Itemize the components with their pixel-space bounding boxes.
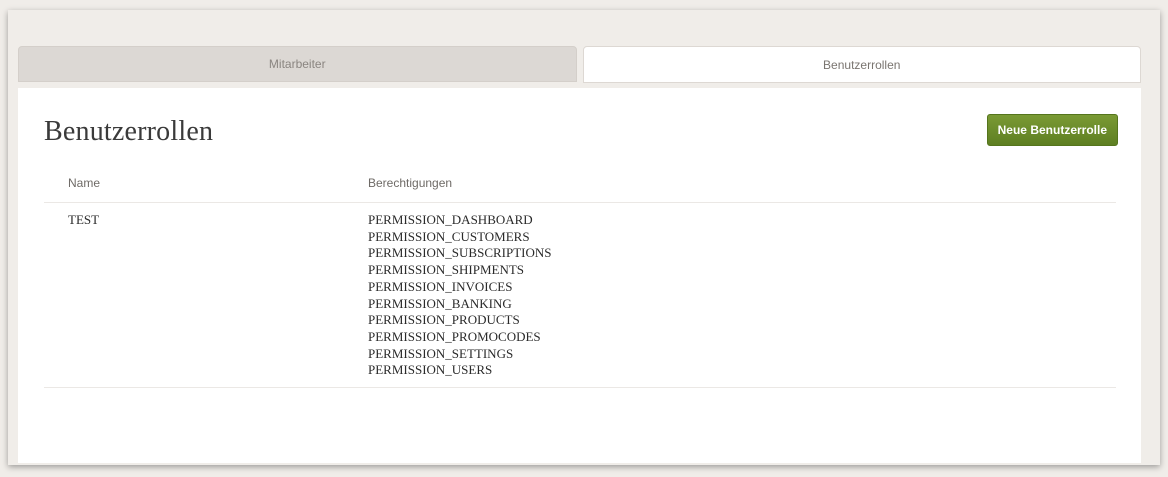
tab-benutzerrollen[interactable]: Benutzerrollen <box>582 46 1141 83</box>
permission-item: PERMISSION_USERS <box>368 362 493 378</box>
permission-item: PERMISSION_SETTINGS <box>368 345 514 361</box>
roles-table: Name Berechtigungen TEST PERMISSION_DASH… <box>44 170 1116 389</box>
column-header-permissions[interactable]: Berechtigungen <box>368 170 1116 203</box>
permission-item: PERMISSION_BANKING <box>368 295 512 311</box>
table-header-row: Name Berechtigungen <box>44 170 1116 203</box>
permission-item: PERMISSION_DASHBOARD <box>368 212 533 227</box>
page-title: Benutzerrollen <box>44 116 214 147</box>
tab-bar: Mitarbeiter Benutzerrollen <box>18 46 1141 84</box>
role-name-cell: TEST <box>44 202 368 389</box>
column-header-name[interactable]: Name <box>44 170 368 203</box>
permission-item: PERMISSION_PRODUCTS <box>368 312 520 328</box>
permission-item: PERMISSION_PROMOCODES <box>368 328 541 344</box>
permission-item: PERMISSION_INVOICES <box>368 278 513 294</box>
permission-item: PERMISSION_CUSTOMERS <box>368 228 530 244</box>
permissions-cell: PERMISSION_DASHBOARD PERMISSION_CUSTOMER… <box>368 202 1116 389</box>
new-role-button[interactable]: Neue Benutzerrolle <box>986 114 1118 146</box>
table-row[interactable]: TEST PERMISSION_DASHBOARD PERMISSION_CUS… <box>44 202 1116 389</box>
tab-mitarbeiter[interactable]: Mitarbeiter <box>18 46 577 82</box>
permission-item: PERMISSION_SUBSCRIPTIONS <box>368 245 552 261</box>
permission-item: PERMISSION_SHIPMENTS <box>368 262 525 278</box>
content-panel: Benutzerrollen Neue Benutzerrolle Name B… <box>18 88 1141 463</box>
